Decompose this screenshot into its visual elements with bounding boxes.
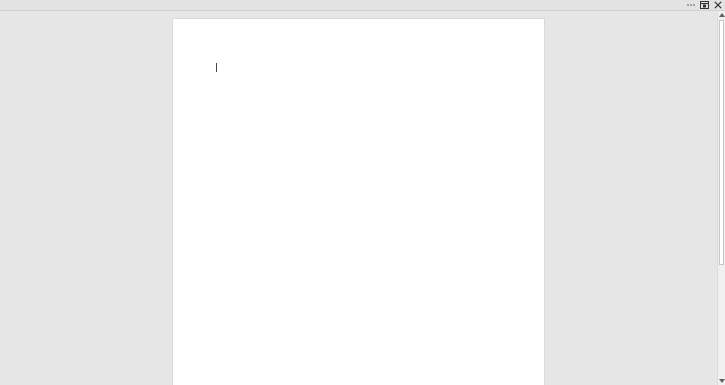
document-canvas[interactable] [0,11,717,385]
vertical-scrollbar[interactable] [717,11,725,385]
close-button[interactable] [712,0,724,10]
document-window [0,0,725,385]
more-icon [687,4,695,6]
scroll-thumb[interactable] [719,20,724,265]
more-options-button[interactable] [684,0,698,10]
triangle-up-icon [719,13,725,17]
title-bar [0,0,725,11]
scroll-down-button[interactable] [718,377,725,385]
scroll-up-button[interactable] [718,11,725,19]
ribbon-display-button[interactable] [698,0,711,10]
restore-icon [700,1,709,9]
triangle-down-icon [719,379,725,383]
close-icon [714,1,722,9]
document-page[interactable] [172,18,545,385]
text-cursor [216,63,217,72]
